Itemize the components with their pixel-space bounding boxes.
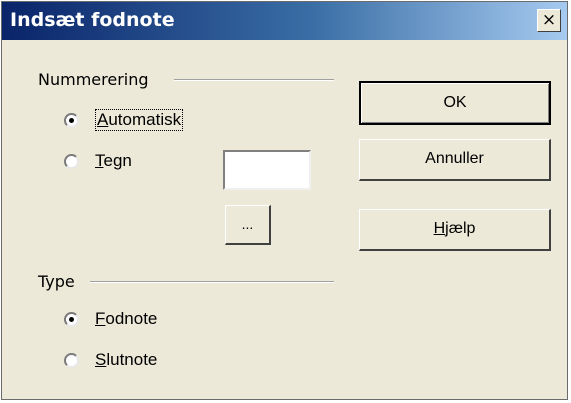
radio-automatic[interactable]: Automatisk — [64, 108, 184, 132]
radio-footnote-label: Fodnote — [95, 309, 158, 328]
radio-character[interactable]: Tegn — [64, 149, 132, 173]
ok-button[interactable]: OK — [359, 81, 551, 125]
help-button[interactable]: Hjælp — [359, 209, 551, 251]
numbering-group-label: Nummerering — [38, 70, 153, 89]
numbering-group-divider — [174, 79, 334, 81]
radio-footnote-indicator[interactable] — [64, 311, 79, 327]
close-button[interactable]: × — [537, 9, 561, 32]
browse-character-button[interactable]: ... — [225, 205, 271, 245]
radio-character-label: Tegn — [95, 151, 132, 170]
radio-automatic-label: Automatisk — [95, 109, 184, 131]
radio-endnote[interactable]: Slutnote — [64, 348, 157, 372]
title-bar[interactable]: Indsæt fodnote × — [2, 2, 567, 40]
type-group-label: Type — [38, 272, 79, 291]
radio-automatic-indicator[interactable] — [64, 112, 79, 128]
insert-footnote-dialog: Indsæt fodnote × Nummerering Automatisk … — [1, 1, 568, 400]
radio-endnote-indicator[interactable] — [64, 352, 79, 368]
dialog-title: Indsæt fodnote — [10, 9, 175, 31]
help-button-label: jælp — [445, 220, 476, 237]
type-group-divider — [90, 281, 334, 283]
radio-character-indicator[interactable] — [64, 153, 79, 169]
radio-endnote-label: Slutnote — [95, 350, 158, 369]
close-icon: × — [541, 10, 557, 30]
cancel-button[interactable]: Annuller — [359, 139, 551, 181]
help-button-mnemonic: H — [433, 220, 446, 237]
character-input[interactable] — [223, 150, 311, 190]
radio-footnote[interactable]: Fodnote — [64, 307, 157, 331]
